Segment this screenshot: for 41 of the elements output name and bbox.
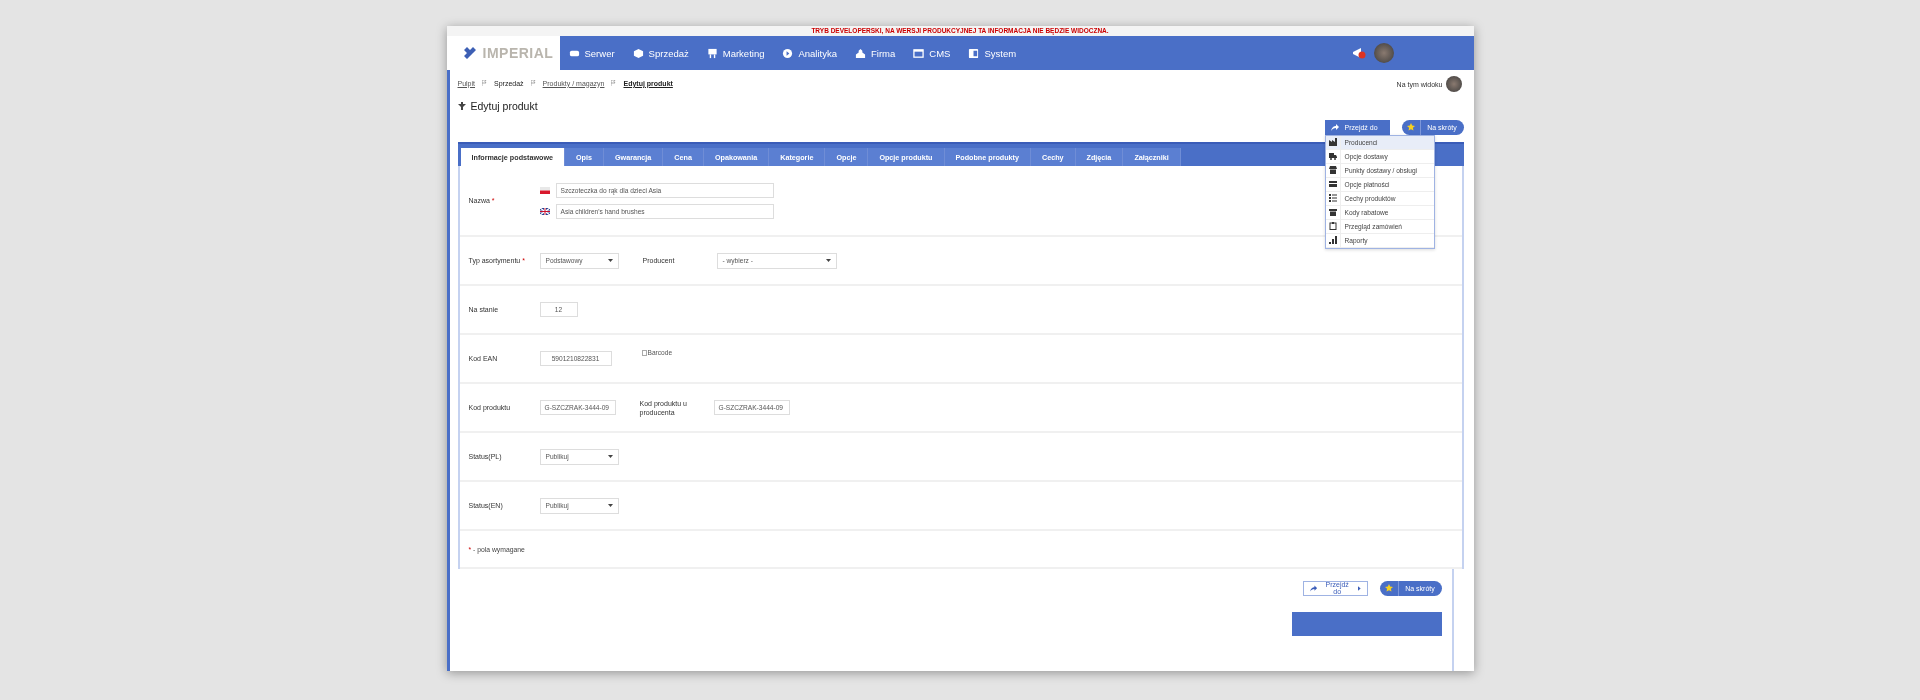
nav-menu-item[interactable]: Serwer <box>559 36 624 70</box>
bar-chart-icon <box>1328 236 1337 244</box>
page-title: Edytuj produkt <box>470 100 538 112</box>
flag-separator-icon <box>482 80 487 86</box>
nav-menu-item[interactable]: CMS <box>904 36 960 70</box>
browser-window-icon <box>913 47 925 59</box>
logo-text: IMPERIAL <box>482 45 554 61</box>
list-icon <box>1328 194 1337 202</box>
credit-card-icon <box>1328 180 1337 188</box>
caret-icon <box>607 504 613 507</box>
gift-icon <box>1328 208 1337 216</box>
caret-right-icon <box>1357 585 1361 591</box>
caret-icon <box>607 455 613 458</box>
poland-flag-icon <box>539 186 550 194</box>
user-avatar[interactable] <box>1445 76 1462 92</box>
star-icon <box>1384 584 1393 592</box>
star-icon <box>1406 123 1415 131</box>
logo-icon <box>462 47 477 59</box>
nav-menu-item[interactable]: Sprzedaż <box>623 36 698 70</box>
caret-icon <box>607 259 613 262</box>
billboard-icon <box>706 47 718 59</box>
nav-menu-item[interactable]: System <box>959 36 1026 70</box>
windows-icon <box>968 47 980 59</box>
nav-menu-item[interactable]: Firma <box>846 36 905 70</box>
uk-flag-icon <box>539 207 550 215</box>
nav-menu-item[interactable]: Marketing <box>697 36 774 70</box>
notification-icon[interactable] <box>1351 47 1366 59</box>
flag-separator-icon <box>530 80 536 86</box>
share-arrow-icon <box>1309 584 1317 592</box>
flag-separator-icon <box>611 80 617 86</box>
play-icon <box>782 47 794 59</box>
nav-menu-item[interactable]: Analityka <box>773 36 846 70</box>
factory-icon <box>1328 138 1337 146</box>
share-arrow-icon <box>1330 123 1339 131</box>
caret-icon <box>825 259 831 262</box>
building-icon <box>855 47 866 59</box>
page-title-icon <box>457 102 466 110</box>
box-icon <box>632 47 644 59</box>
truck-icon <box>1328 152 1337 160</box>
store-icon <box>1328 166 1337 174</box>
clipboard-icon <box>1328 222 1337 230</box>
